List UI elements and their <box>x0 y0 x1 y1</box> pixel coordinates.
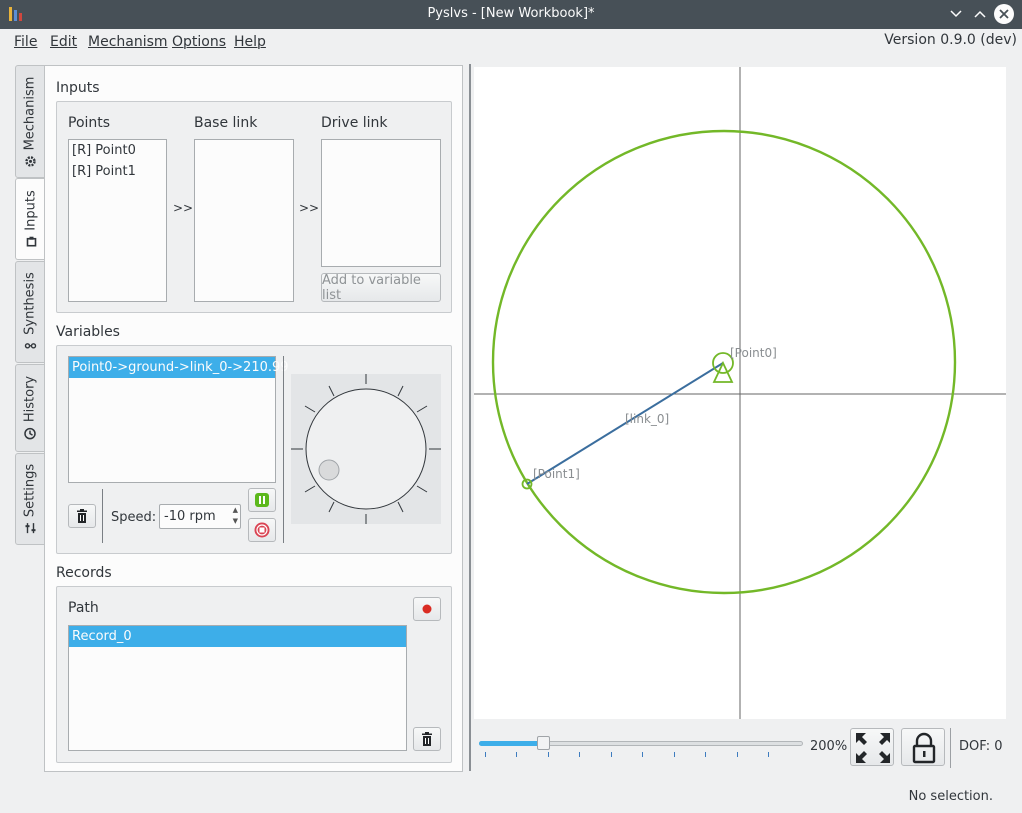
gear-icon <box>24 155 36 167</box>
inputs-title: Inputs <box>56 80 100 96</box>
lock-icon <box>912 732 936 764</box>
delete-variable-button[interactable] <box>68 504 96 528</box>
window-title: Pyslvs - [New Workbook]* <box>427 6 595 21</box>
records-title: Records <box>56 565 112 581</box>
dial-icon <box>291 374 441 524</box>
stop-button[interactable] <box>248 518 276 542</box>
trash-icon <box>422 732 432 746</box>
title-bar: Pyslvs - [New Workbook]* <box>0 0 1022 29</box>
maximize-button[interactable] <box>970 4 990 24</box>
minimize-icon <box>950 10 962 18</box>
menu-edit[interactable]: Edit <box>50 34 77 50</box>
drive-link-label: Drive link <box>321 115 388 131</box>
status-bar: No selection. <box>908 789 993 804</box>
list-item[interactable]: Point0->ground->link_0->210.99 <box>69 357 289 378</box>
points-list[interactable]: [R] Point0 [R] Point1 <box>68 139 167 302</box>
tab-mechanism[interactable]: Mechanism <box>15 65 45 178</box>
speed-spinbox[interactable]: -10 rpm ▲ ▼ <box>159 504 241 529</box>
canvas-drawing: [Point0] [link_0] [Point1] <box>474 67 1006 719</box>
speed-label: Speed: <box>111 510 157 525</box>
zoom-value: 200% <box>810 739 848 754</box>
tab-synthesis[interactable]: Synthesis <box>15 261 45 363</box>
divider <box>283 356 284 543</box>
arrow-label: >> <box>173 201 194 215</box>
drive-link-list[interactable] <box>321 139 441 267</box>
menu-file[interactable]: File <box>14 34 37 50</box>
pause-icon <box>255 493 269 507</box>
variables-title: Variables <box>56 324 120 340</box>
mechanism-canvas[interactable]: [Point0] [link_0] [Point1] <box>474 67 1006 719</box>
records-list[interactable]: Record_0 <box>68 625 407 751</box>
record-icon <box>422 604 432 614</box>
base-link-list[interactable] <box>194 139 294 302</box>
tab-inputs[interactable]: Inputs <box>15 178 46 260</box>
angle-dial[interactable] <box>291 374 441 524</box>
spin-down-icon[interactable]: ▼ <box>233 517 238 525</box>
spin-up-icon[interactable]: ▲ <box>233 506 238 514</box>
divider <box>102 489 103 543</box>
points-label: Points <box>68 115 111 131</box>
splitter[interactable] <box>469 64 471 771</box>
maximize-icon <box>974 10 986 18</box>
close-button[interactable] <box>994 4 1014 24</box>
link-0-label: [link_0] <box>625 412 669 426</box>
list-item[interactable]: [R] Point1 <box>69 161 166 182</box>
menu-bar: File Edit Mechanism Options Help Version… <box>0 29 1022 56</box>
close-icon <box>999 9 1009 19</box>
trash-icon <box>77 509 87 523</box>
dof-label: DOF: 0 <box>959 739 1003 754</box>
record-button[interactable] <box>413 597 441 621</box>
path-circle <box>491 129 957 595</box>
variables-group: Point0->ground->link_0->210.99 Speed: -1… <box>56 345 452 554</box>
tab-settings[interactable]: Settings <box>15 453 45 545</box>
add-to-variable-list-button[interactable]: Add to variable list <box>321 273 441 303</box>
inputs-panel: Inputs Points Base link Drive link [R] P… <box>44 65 463 772</box>
delete-record-button[interactable] <box>413 727 441 751</box>
variables-list[interactable]: Point0->ground->link_0->210.99 <box>68 356 289 483</box>
zoom-to-fit-button[interactable] <box>850 728 894 766</box>
stop-icon <box>254 522 270 538</box>
zoom-fill <box>479 741 544 746</box>
point0-label: [Point0] <box>730 346 777 360</box>
history-icon <box>24 427 36 440</box>
point1-label: [Point1] <box>533 467 580 481</box>
base-link-label: Base link <box>194 115 258 131</box>
synthesis-icon <box>24 343 36 349</box>
fit-icon <box>856 733 890 763</box>
version-label: Version 0.9.0 (dev) <box>884 32 1017 48</box>
divider <box>950 728 951 768</box>
menu-help[interactable]: Help <box>234 34 266 50</box>
tab-history[interactable]: History <box>15 364 45 452</box>
lock-button[interactable] <box>901 728 945 766</box>
pause-button[interactable] <box>248 488 276 512</box>
speed-value: -10 rpm <box>164 509 216 524</box>
sliders-icon <box>25 523 35 534</box>
input-icon <box>25 236 36 247</box>
arrow-label: >> <box>299 201 320 215</box>
path-label: Path <box>68 600 99 616</box>
zoom-handle[interactable] <box>537 736 551 750</box>
inputs-group: Points Base link Drive link [R] Point0 [… <box>56 101 452 313</box>
list-item[interactable]: [R] Point0 <box>69 140 166 161</box>
list-item[interactable]: Record_0 <box>69 626 406 647</box>
menu-options[interactable]: Options <box>172 34 226 50</box>
menu-mechanism[interactable]: Mechanism <box>88 34 168 50</box>
records-group: Path Record_0 <box>56 586 452 763</box>
minimize-button[interactable] <box>946 4 966 24</box>
zoom-slider[interactable] <box>479 736 803 760</box>
